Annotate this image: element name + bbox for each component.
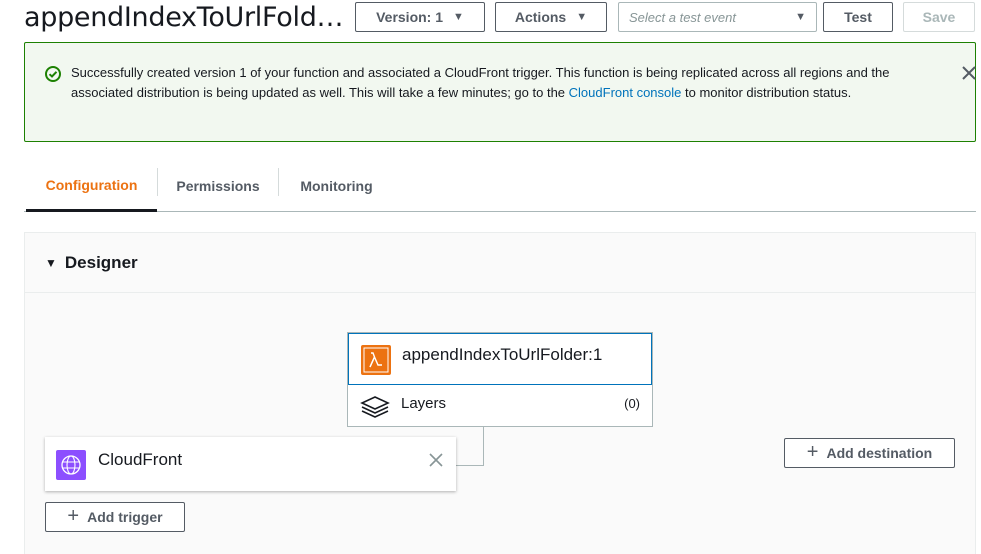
success-check-icon [45, 66, 61, 82]
lambda-function-page: appendIndexToUrlFold… Version: 1 ▼ Actio… [0, 0, 981, 554]
remove-trigger-close-icon[interactable] [428, 452, 444, 468]
plus-icon: + [67, 505, 80, 527]
trigger-connector [483, 427, 484, 465]
function-node[interactable]: appendIndexToUrlFolder:1 [348, 333, 652, 385]
designer-header[interactable]: ▼ Designer [25, 233, 975, 293]
add-trigger-label: Add trigger [87, 509, 163, 525]
test-event-select[interactable]: Select a test event ▼ [618, 2, 817, 32]
test-button[interactable]: Test [823, 2, 893, 32]
add-destination-button[interactable]: + Add destination [784, 438, 955, 468]
plus-icon: + [806, 441, 819, 463]
layers-label[interactable]: Layers [401, 395, 446, 412]
tab-permissions[interactable]: Permissions [158, 160, 278, 212]
function-name: appendIndexToUrlFolder:1 [402, 345, 603, 364]
version-dropdown[interactable]: Version: 1 ▼ [355, 2, 485, 32]
add-trigger-button[interactable]: + Add trigger [45, 502, 185, 532]
caret-down-icon: ▼ [453, 11, 464, 23]
trigger-name: CloudFront [98, 450, 183, 469]
test-event-placeholder: Select a test event [629, 9, 736, 25]
layers-icon [360, 396, 390, 418]
function-card: appendIndexToUrlFolder:1 Layers (0) [347, 332, 653, 427]
cloudfront-console-link[interactable]: CloudFront console [569, 85, 682, 100]
designer-heading: Designer [64, 252, 138, 272]
function-tabs: Configuration Permissions Monitoring [24, 160, 976, 212]
flash-message-text-end: to monitor distribution status. [681, 85, 852, 100]
add-destination-label: Add destination [826, 445, 933, 461]
actions-label: Actions [514, 9, 567, 25]
layers-count: (0) [624, 396, 640, 411]
tab-monitoring[interactable]: Monitoring [278, 160, 395, 212]
cloudfront-trigger-card[interactable]: CloudFront [45, 437, 456, 491]
success-flashbar: Successfully created version 1 of your f… [24, 42, 976, 142]
lambda-icon [361, 345, 391, 375]
version-label: Version: 1 [376, 9, 444, 25]
caret-down-icon: ▼ [576, 11, 588, 23]
tab-configuration[interactable]: Configuration [26, 160, 157, 212]
caret-down-icon: ▼ [795, 11, 806, 23]
page-title: appendIndexToUrlFold… [24, 2, 344, 33]
trigger-connector [456, 465, 484, 466]
expand-triangle-icon: ▼ [45, 255, 57, 270]
save-button[interactable]: Save [903, 2, 975, 32]
dismiss-close-icon[interactable] [961, 65, 977, 81]
flash-message: Successfully created version 1 of your f… [71, 63, 941, 103]
actions-dropdown[interactable]: Actions ▼ [495, 2, 607, 32]
cloudfront-icon [56, 450, 86, 480]
